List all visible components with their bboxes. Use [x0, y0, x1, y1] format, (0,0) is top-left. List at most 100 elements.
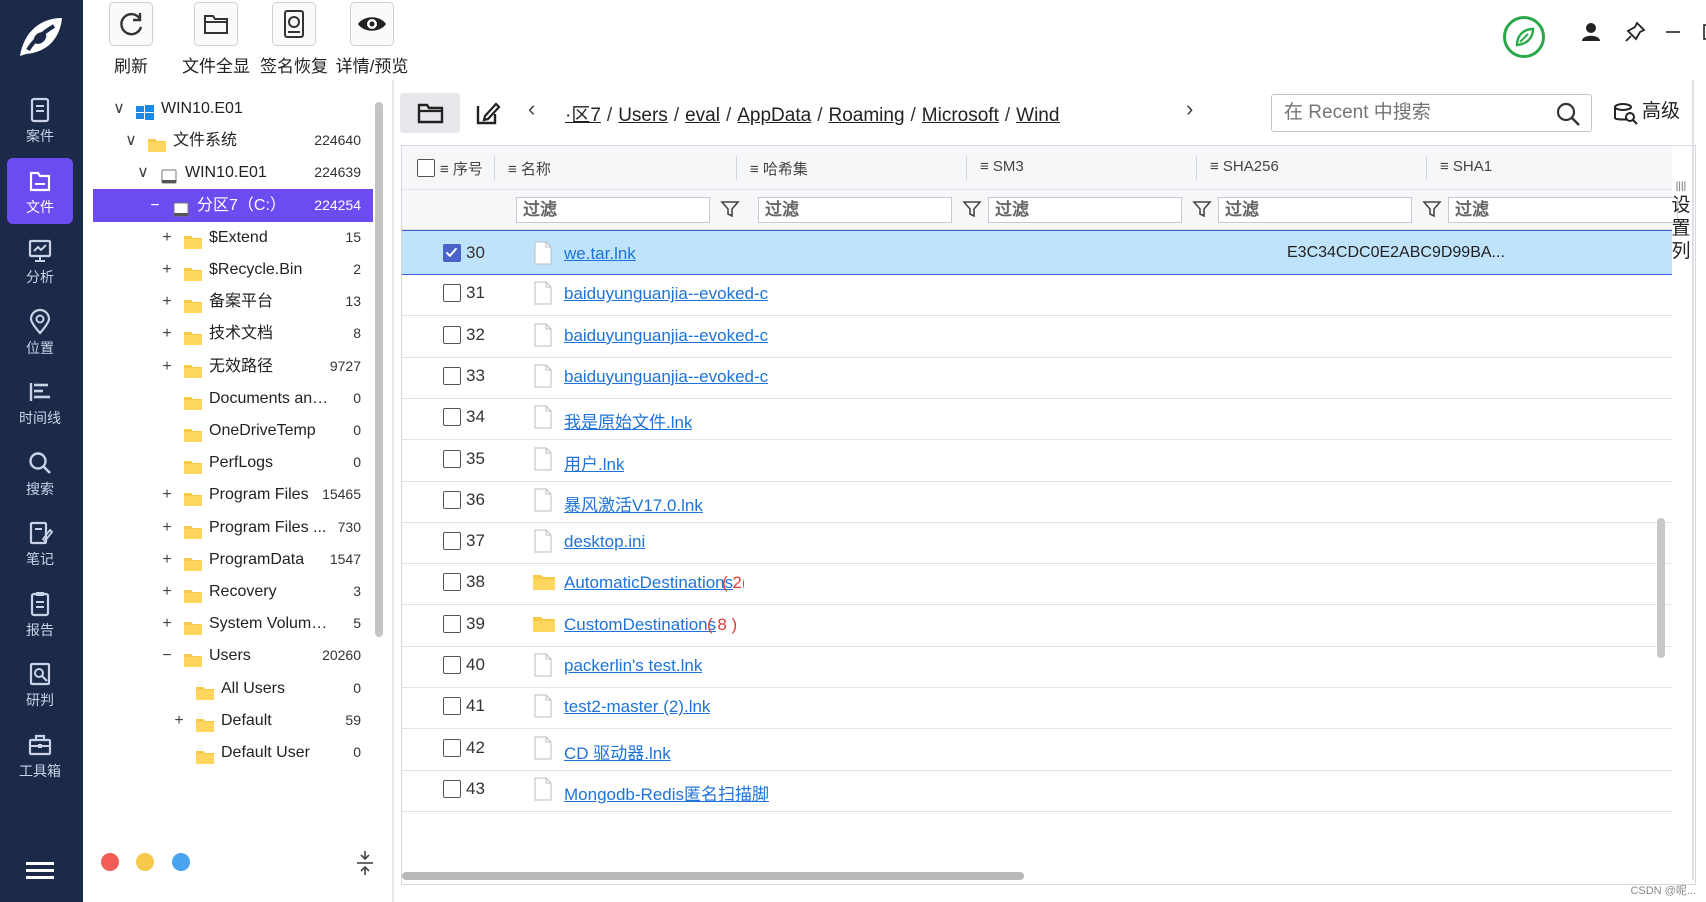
filter-icon[interactable]	[720, 199, 740, 219]
row-checkbox[interactable]	[443, 573, 461, 592]
row-checkbox[interactable]	[443, 779, 461, 798]
file-name-link[interactable]: test2-master (2).lnk	[564, 697, 710, 717]
expand-icon[interactable]: +	[159, 511, 175, 544]
status-dot-blue[interactable]	[172, 853, 190, 871]
expand-icon[interactable]: +	[159, 285, 175, 318]
filter-icon[interactable]	[1422, 199, 1442, 219]
tree-node[interactable]: + ProgramData 1547	[93, 543, 373, 576]
breadcrumb-segment[interactable]: AppData	[737, 105, 811, 126]
tree-node[interactable]: Default User 0	[93, 736, 373, 769]
file-name-link[interactable]: Mongodb-Redis匿名扫描脚	[564, 780, 769, 805]
row-checkbox[interactable]	[443, 366, 461, 385]
table-row[interactable]: 43 Mongodb-Redis匿名扫描脚	[402, 767, 1672, 812]
status-dot-red[interactable]	[101, 853, 119, 871]
collapse-icon[interactable]: ∨	[111, 92, 127, 125]
table-row[interactable]: 31 baiduyunguanjia--evoked-c	[402, 271, 1672, 317]
expand-icon[interactable]: +	[159, 317, 175, 350]
nav-item-note[interactable]: 笔记	[7, 510, 73, 576]
breadcrumb-segment[interactable]: Roaming	[828, 105, 904, 126]
collapse-icon[interactable]: ∨	[123, 124, 139, 157]
row-checkbox[interactable]	[443, 449, 461, 468]
file-name-link[interactable]: 用户.lnk	[564, 450, 624, 475]
tree-node[interactable]: + $Extend 15	[93, 221, 373, 254]
nav-item-file[interactable]: 文件	[7, 157, 73, 224]
breadcrumb-segment[interactable]: Microsoft	[922, 105, 999, 126]
collapse-tree-icon[interactable]	[354, 848, 376, 878]
expand-icon[interactable]: +	[159, 221, 175, 254]
menu-icon[interactable]	[26, 860, 54, 882]
nav-item-case[interactable]: 案件	[7, 87, 73, 153]
tree-node[interactable]: + Recovery 3	[93, 575, 373, 608]
tree-node[interactable]: OneDriveTemp 0	[93, 414, 373, 447]
nav-item-toolbox[interactable]: 工具箱	[7, 722, 73, 788]
expand-icon[interactable]: +	[171, 704, 187, 737]
breadcrumb-segment[interactable]: ·区7	[565, 105, 601, 126]
column-header-name[interactable]: ≡ 名称	[508, 158, 551, 179]
row-checkbox[interactable]	[443, 408, 461, 427]
pin-icon[interactable]	[1617, 14, 1653, 50]
row-checkbox[interactable]	[443, 656, 461, 674]
refresh-button[interactable]: 刷新	[91, 0, 171, 80]
table-row[interactable]: 42 CD 驱动器.lnk	[402, 726, 1672, 771]
row-checkbox[interactable]	[443, 490, 461, 509]
column-header-index[interactable]: ≡ 序号	[440, 158, 483, 179]
column-header-sha1[interactable]: ≡ SHA1	[1440, 158, 1492, 175]
row-checkbox[interactable]	[443, 697, 461, 716]
file-name-link[interactable]: baiduyunguanjia--evoked-c	[564, 326, 768, 346]
expand-icon[interactable]: +	[159, 350, 175, 383]
table-row[interactable]: 35 用户.lnk	[402, 437, 1672, 482]
table-row[interactable]: 32 baiduyunguanjia--evoked-c	[402, 313, 1672, 358]
filter-icon[interactable]	[962, 199, 982, 219]
tree-node[interactable]: − Users 20260	[93, 639, 373, 672]
status-dot-yellow[interactable]	[136, 853, 154, 871]
search-icon[interactable]	[1555, 101, 1581, 127]
tree-node[interactable]: ∨ WIN10.E01 224639	[93, 156, 373, 189]
tree-node[interactable]: + System Volume ... 5	[93, 607, 373, 640]
nav-item-report[interactable]: 报告	[7, 581, 73, 647]
expand-icon[interactable]: +	[159, 543, 175, 576]
row-checkbox[interactable]	[443, 738, 461, 757]
column-header-sm3[interactable]: ≡ SM3	[980, 158, 1024, 175]
edit-path-icon[interactable]	[472, 98, 502, 128]
tree-node[interactable]: Documents and ... 0	[93, 382, 373, 415]
tree-node[interactable]: + Default 59	[93, 704, 373, 737]
row-checkbox[interactable]	[443, 325, 461, 344]
row-checkbox[interactable]	[443, 614, 461, 633]
advanced-search-button[interactable]: 高级	[1612, 96, 1692, 128]
file-name-link[interactable]: CD 驱动器.lnk	[564, 739, 671, 764]
row-checkbox[interactable]	[443, 284, 461, 303]
tree-node[interactable]: + Program Files ... 730	[93, 511, 373, 544]
table-row[interactable]: 39 CustomDestinations( 8 )	[402, 602, 1672, 647]
expand-icon[interactable]: +	[159, 575, 175, 608]
collapse-icon[interactable]: ∨	[135, 156, 151, 189]
nav-item-judge[interactable]: 研判	[7, 651, 73, 717]
select-all-checkbox[interactable]	[417, 159, 435, 177]
table-row[interactable]: 38 AutomaticDestinations( 2(	[402, 560, 1672, 606]
back-arrow-icon[interactable]: ‹	[528, 96, 548, 126]
nav-item-analysis[interactable]: 分析	[7, 228, 73, 294]
table-row[interactable]: 30 we.tar.lnk E3C34CDC0E2ABC9D99BA...	[402, 230, 1672, 275]
table-row[interactable]: 34 我是原始文件.lnk	[402, 395, 1672, 441]
details-preview-button[interactable]: 详情/预览	[327, 0, 417, 80]
search-box[interactable]	[1271, 94, 1592, 132]
tree-node[interactable]: + 技术文档 8	[93, 317, 373, 350]
file-name-link[interactable]: desktop.ini	[564, 532, 645, 552]
file-name-link[interactable]: CustomDestinations	[564, 615, 716, 635]
nav-item-search[interactable]: 搜索	[7, 440, 73, 506]
hashset-filter-input[interactable]: 过滤	[758, 197, 952, 223]
collapse-icon[interactable]: −	[147, 189, 163, 222]
file-name-link[interactable]: AutomaticDestinations	[564, 573, 733, 593]
sha256-filter-input[interactable]: 过滤	[1218, 197, 1412, 223]
tree-node[interactable]: − 分区7（C:） 224254	[93, 188, 373, 222]
status-leaf-button[interactable]	[1503, 16, 1545, 58]
tree-node[interactable]: All Users 0	[93, 672, 373, 705]
column-settings-button[interactable]: |||| 设 置 列	[1666, 182, 1696, 272]
breadcrumb-segment[interactable]: Users	[618, 105, 668, 126]
file-name-link[interactable]: packerlin's test.lnk	[564, 656, 702, 676]
column-header-hashset[interactable]: ≡ 哈希集	[750, 158, 808, 179]
maximize-icon[interactable]	[1693, 14, 1706, 50]
search-input[interactable]	[1284, 100, 1544, 126]
file-name-link[interactable]: baiduyunguanjia--evoked-c	[564, 284, 768, 304]
tree-node[interactable]: + $Recycle.Bin 2	[93, 253, 373, 286]
grid-vertical-scrollbar[interactable]	[1657, 518, 1665, 658]
